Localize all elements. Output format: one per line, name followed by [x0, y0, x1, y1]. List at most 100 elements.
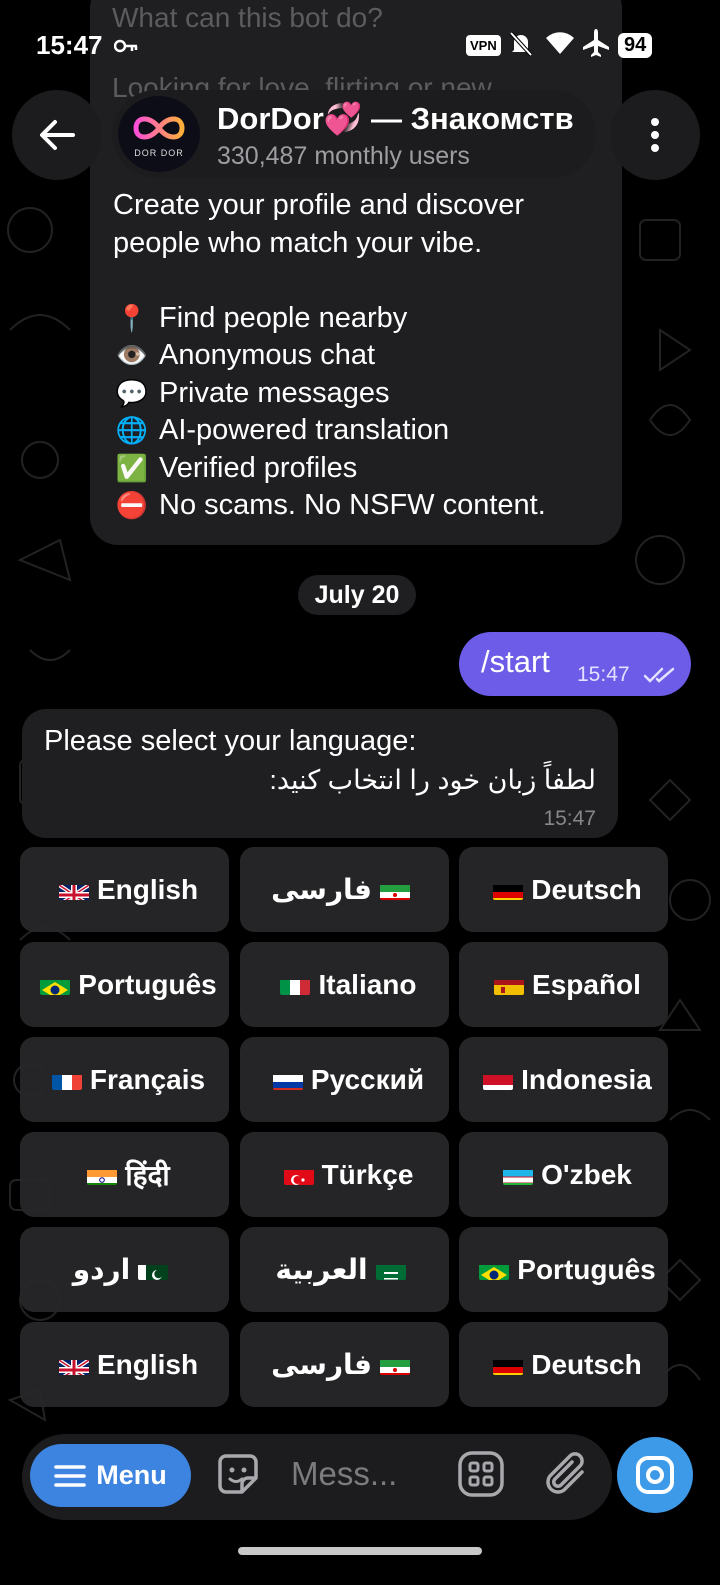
- home-indicator[interactable]: [238, 1547, 482, 1555]
- feature-item: ⛔ No scams. No NSFW content.: [113, 487, 613, 525]
- flag-it-icon: [280, 975, 311, 995]
- flag-uz-icon: [503, 1165, 534, 1185]
- outgoing-message[interactable]: /start 15:47: [459, 632, 691, 696]
- feature-text: AI-powered translation: [159, 414, 450, 447]
- language-label: Deutsch: [531, 1348, 642, 1380]
- language-button[interactable]: Indonesia: [459, 1037, 668, 1122]
- globe-icon: 🌐: [115, 415, 149, 446]
- language-label: Indonesia: [521, 1063, 652, 1095]
- feature-text: Private messages: [159, 376, 390, 409]
- flag-tr-icon: [283, 1165, 314, 1185]
- wifi-icon: [544, 30, 576, 61]
- back-arrow-icon: [40, 120, 75, 150]
- language-button[interactable]: فارسی: [240, 1322, 449, 1407]
- pin-icon: 📍: [115, 302, 149, 333]
- language-button[interactable]: Русский: [240, 1037, 449, 1122]
- vpn-badge: VPN: [466, 35, 501, 56]
- flag-gb-icon: [58, 1355, 89, 1375]
- language-button[interactable]: हिंदी: [20, 1132, 229, 1217]
- double-check-icon: [643, 666, 679, 689]
- language-button[interactable]: Türkçe: [240, 1132, 449, 1217]
- language-button[interactable]: English: [20, 847, 229, 932]
- language-button[interactable]: Italiano: [240, 942, 449, 1027]
- message-text: Please select your language:: [44, 725, 417, 757]
- language-label: English: [96, 1348, 199, 1380]
- eye-icon: 👁️: [115, 340, 149, 371]
- camera-button[interactable]: [617, 1437, 693, 1513]
- language-button[interactable]: اردو: [20, 1227, 229, 1312]
- feature-item: 🌐 AI-powered translation: [113, 412, 613, 450]
- flag-in-icon: [87, 1165, 118, 1185]
- language-button[interactable]: O'zbek: [459, 1132, 668, 1217]
- flag-ir-icon: [379, 1355, 410, 1375]
- language-button[interactable]: English: [20, 1322, 229, 1407]
- flag-fr-icon: [51, 1070, 82, 1090]
- speech-bubble-icon: 💬: [115, 377, 149, 408]
- composer-bar: Menu: [0, 1430, 720, 1585]
- language-button[interactable]: فارسی: [240, 847, 449, 932]
- menu-button[interactable]: Menu: [30, 1444, 191, 1507]
- flag-de-icon: [493, 880, 524, 900]
- language-label: فارسی: [271, 874, 372, 905]
- feature-text: Find people nearby: [159, 301, 408, 334]
- language-button[interactable]: Deutsch: [459, 847, 668, 932]
- menu-label: Menu: [96, 1460, 167, 1490]
- check-icon: ✅: [115, 452, 149, 483]
- feature-text: Verified profiles: [159, 451, 358, 484]
- key-icon: [113, 36, 138, 59]
- language-button[interactable]: Español: [459, 942, 668, 1027]
- status-bar: 15:47 VPN 94: [0, 0, 720, 90]
- chat-subtitle: 330,487 monthly users: [217, 142, 470, 170]
- intro-line-1: Create your profile and discover: [113, 189, 525, 221]
- language-label: Português: [517, 1253, 656, 1285]
- language-label: فارسی: [271, 1349, 372, 1380]
- more-vertical-icon: [651, 118, 659, 152]
- bot-avatar[interactable]: DOR DOR: [118, 96, 200, 172]
- incoming-message[interactable]: Please select your language: لطفاً زبان …: [22, 709, 618, 838]
- back-button[interactable]: [12, 90, 102, 180]
- avatar-caption: DOR DOR: [134, 148, 184, 158]
- battery-indicator: 94: [618, 33, 653, 58]
- feature-text: No scams. No NSFW content.: [159, 489, 546, 522]
- language-label: Русский: [310, 1063, 425, 1095]
- language-label: Português: [78, 968, 217, 1000]
- language-button[interactable]: Français: [20, 1037, 229, 1122]
- chat-title: DorDor💞 — Знакомств: [217, 101, 574, 136]
- bot-commands-icon[interactable]: [457, 1450, 505, 1503]
- attachment-icon[interactable]: [544, 1448, 590, 1503]
- language-label: Español: [532, 968, 641, 1000]
- flag-id-icon: [483, 1070, 514, 1090]
- flag-br-icon: [40, 975, 71, 995]
- message-text: /start: [481, 644, 550, 679]
- language-label: O'zbek: [541, 1158, 632, 1190]
- intro-line-2: people who match your vibe.: [113, 227, 483, 259]
- sticker-icon[interactable]: [214, 1450, 262, 1503]
- infinity-logo-icon: [133, 116, 185, 140]
- language-label: العربية: [275, 1254, 368, 1285]
- feature-item: ✅ Verified profiles: [113, 449, 613, 487]
- language-label: اردو: [72, 1254, 131, 1285]
- language-button[interactable]: Português: [20, 942, 229, 1027]
- language-label: Türkçe: [321, 1158, 414, 1190]
- message-time: 15:47: [543, 807, 596, 830]
- flag-de-icon: [493, 1355, 524, 1375]
- flag-gb-icon: [58, 880, 89, 900]
- message-input[interactable]: [289, 1448, 443, 1500]
- airplane-icon: [582, 28, 610, 63]
- feature-item: 💬 Private messages: [113, 374, 613, 412]
- flag-pk-icon: [138, 1260, 169, 1280]
- feature-item: 👁️ Anonymous chat: [113, 337, 613, 375]
- chat-header[interactable]: DOR DOR DorDor💞 — Знакомств 330,487 mont…: [112, 90, 596, 178]
- camera-icon: [636, 1456, 674, 1494]
- language-label: Italiano: [318, 968, 417, 1000]
- more-options-button[interactable]: [610, 90, 700, 180]
- flag-ir-icon: [379, 880, 410, 900]
- language-button[interactable]: Deutsch: [459, 1322, 668, 1407]
- flag-br-icon: [479, 1260, 510, 1280]
- language-button[interactable]: Português: [459, 1227, 668, 1312]
- date-separator: July 20: [298, 575, 416, 615]
- language-label: English: [96, 873, 199, 905]
- language-button[interactable]: العربية: [240, 1227, 449, 1312]
- language-label: Deutsch: [531, 873, 642, 905]
- bot-description-body: Create your profile and discover people …: [113, 186, 613, 524]
